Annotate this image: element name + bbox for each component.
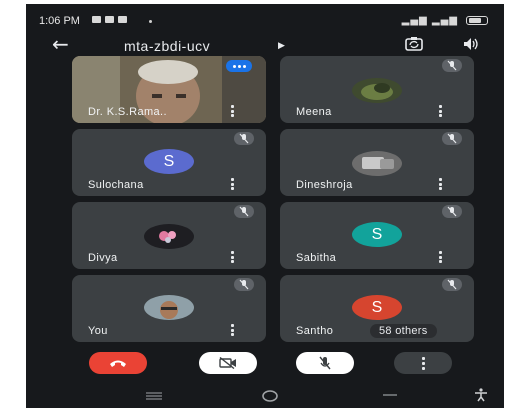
more-vert-icon <box>421 356 425 370</box>
participant-name: Dineshroja <box>296 179 353 191</box>
more-vert-icon[interactable] <box>231 251 235 263</box>
home-icon[interactable] <box>262 389 278 403</box>
mic-off-icon <box>442 278 462 291</box>
mic-off-icon <box>234 205 254 218</box>
others-count-badge[interactable]: 58 others <box>370 324 437 338</box>
participant-name: Sabitha <box>296 252 337 264</box>
more-vert-icon[interactable] <box>439 251 443 263</box>
camera-off-button[interactable] <box>199 352 257 374</box>
notification-icon <box>118 16 127 23</box>
accessibility-icon[interactable] <box>474 388 488 402</box>
participant-name: Santho <box>296 325 334 337</box>
mic-off-icon <box>234 132 254 145</box>
notification-dot-icon <box>149 20 152 23</box>
end-call-icon <box>110 360 126 367</box>
battery-icon <box>466 16 488 25</box>
participant-tile-meena[interactable]: Meena <box>280 56 474 123</box>
mic-off-icon <box>442 59 462 72</box>
participant-tile-sulochana[interactable]: S Sulochana <box>72 129 266 196</box>
back-arrow-icon[interactable]: ← <box>52 32 69 56</box>
participant-photo <box>352 151 402 176</box>
participant-tile-dr-ks-rama[interactable]: Dr. K.S.Rama.. <box>72 56 266 123</box>
avatar: S <box>352 295 402 320</box>
more-vert-icon[interactable] <box>439 178 443 190</box>
participant-tile-sabitha[interactable]: S Sabitha <box>280 202 474 269</box>
avatar: S <box>144 149 194 174</box>
mic-off-button[interactable] <box>296 352 354 374</box>
menu-icon[interactable] <box>145 391 163 401</box>
meeting-code[interactable]: mta-zbdi-ucv <box>124 38 210 54</box>
more-vert-icon[interactable] <box>231 178 235 190</box>
signal-icon: ▂▄▆ ▂▄▆ <box>401 15 458 26</box>
participant-name: Dr. K.S.Rama.. <box>88 106 167 118</box>
phone-screen: 1:06 PM ▂▄▆ ▂▄▆ ← mta-zbdi-ucv ▶ Dr. K.S… <box>26 4 504 408</box>
mic-off-icon <box>442 132 462 145</box>
video-off-icon <box>219 357 236 369</box>
end-call-button[interactable] <box>89 352 147 374</box>
participant-name: Divya <box>88 252 118 264</box>
participant-tile-divya[interactable]: Divya <box>72 202 266 269</box>
back-icon[interactable] <box>382 392 398 400</box>
speaking-indicator-icon <box>226 60 252 72</box>
more-vert-icon[interactable] <box>439 105 443 117</box>
more-vert-icon[interactable] <box>231 105 235 117</box>
participant-name: Sulochana <box>88 179 144 191</box>
participant-tile-you[interactable]: You <box>72 275 266 342</box>
speaker-icon[interactable] <box>463 37 479 51</box>
mic-off-icon <box>234 278 254 291</box>
triangle-right-icon[interactable]: ▶ <box>278 41 285 51</box>
notification-icon <box>92 16 101 23</box>
system-nav-bar <box>26 384 504 408</box>
participant-photo <box>352 78 402 103</box>
more-options-button[interactable] <box>394 352 452 374</box>
avatar: S <box>352 222 402 247</box>
camera-switch-icon[interactable] <box>404 36 424 52</box>
more-vert-icon[interactable] <box>231 324 235 336</box>
notification-icon <box>105 16 114 23</box>
participant-tile-dineshroja[interactable]: Dineshroja <box>280 129 474 196</box>
participant-photo <box>144 295 194 320</box>
participant-photo <box>144 224 194 249</box>
mic-off-icon <box>319 356 331 370</box>
mic-off-icon <box>442 205 462 218</box>
status-time: 1:06 PM <box>39 15 80 27</box>
participant-tile-santho[interactable]: S Santho 58 others <box>280 275 474 342</box>
participant-name: You <box>88 325 108 337</box>
participant-name: Meena <box>296 106 332 118</box>
